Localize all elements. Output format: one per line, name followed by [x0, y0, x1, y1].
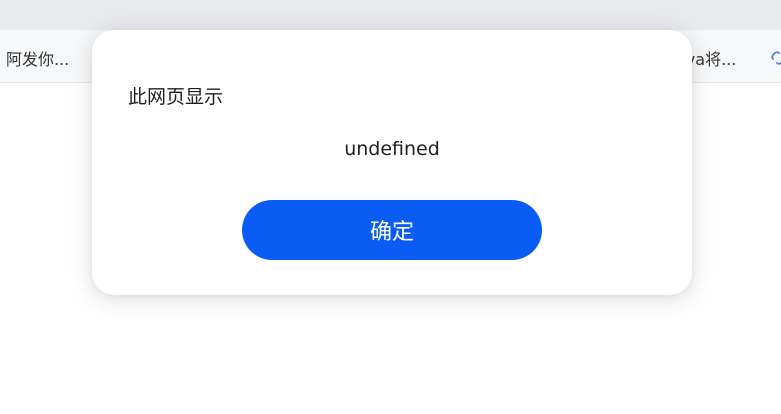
- browser-tab-strip: [0, 0, 781, 30]
- dialog-message: undefined: [344, 138, 440, 160]
- bookmark-item[interactable]: 阿发你...: [6, 46, 69, 70]
- dialog-title: 此网页显示: [128, 86, 224, 108]
- link-icon[interactable]: [770, 50, 781, 66]
- browser-page: 阿发你... ava将... 此网页显示 undefined 确定: [0, 0, 781, 414]
- ok-button[interactable]: 确定: [242, 200, 542, 260]
- alert-dialog: 此网页显示 undefined 确定: [92, 30, 692, 295]
